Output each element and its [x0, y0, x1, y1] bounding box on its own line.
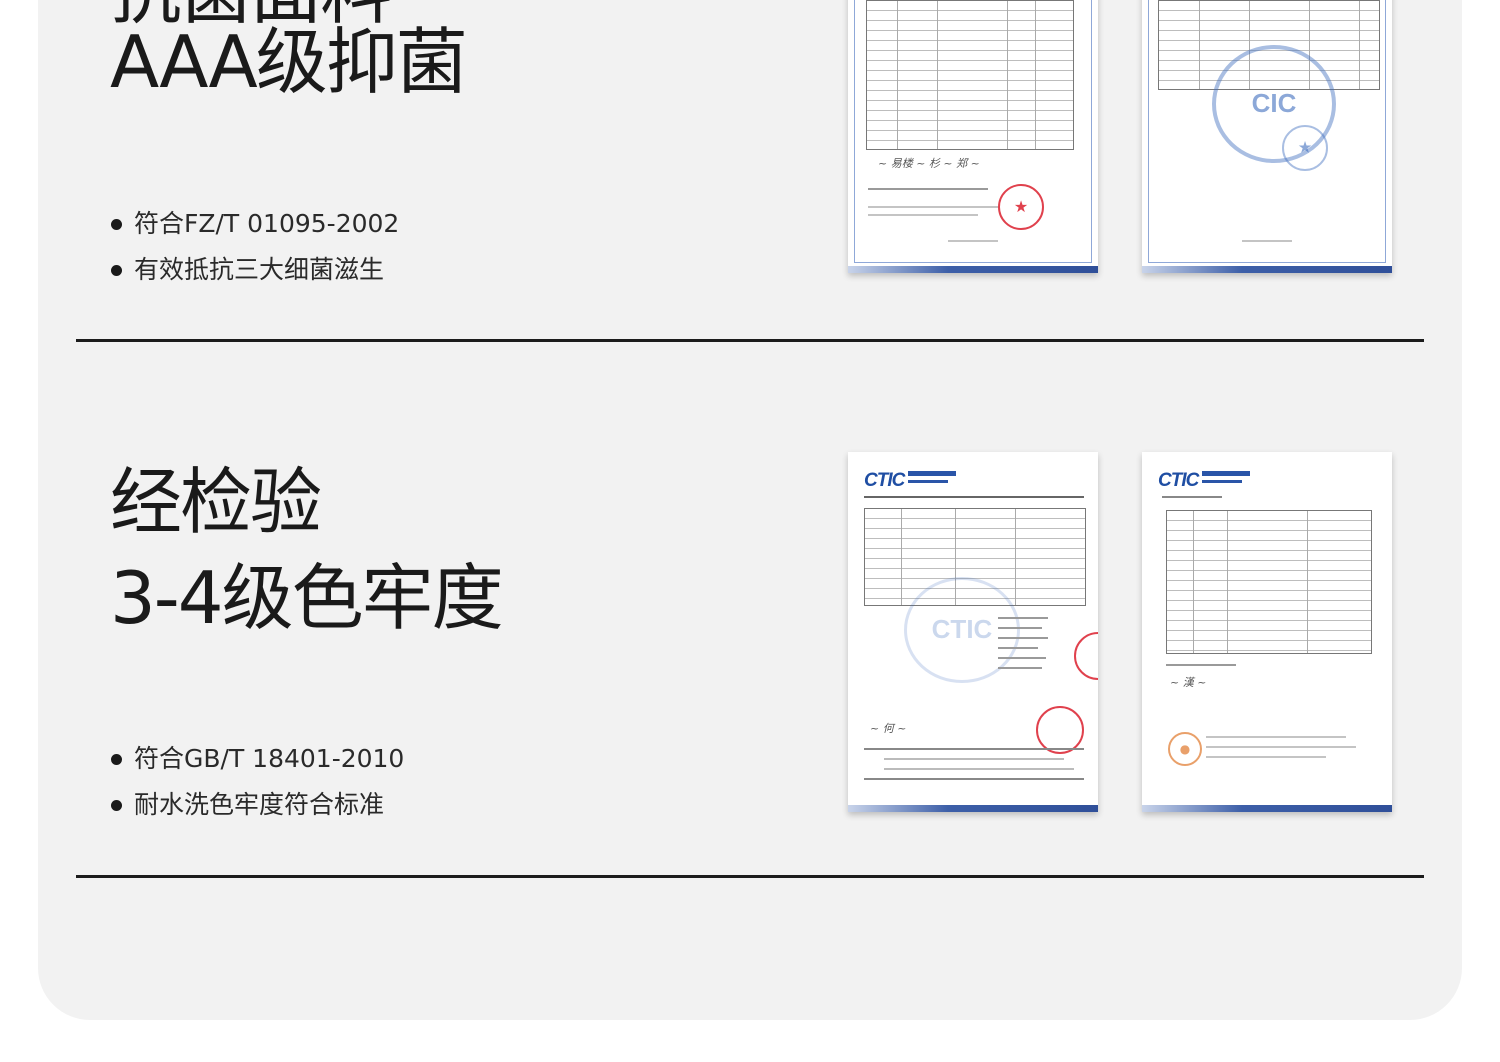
feature-item: 符合GB/T 18401-2010	[110, 736, 404, 782]
report-table	[866, 0, 1074, 150]
test-report-image: CIC ★	[1142, 0, 1392, 273]
feature-item: 耐水洗色牢度符合标准	[110, 782, 404, 828]
section-divider	[76, 875, 1424, 878]
test-report-image: CTIC ~ 漢 ~ ●	[1142, 452, 1392, 812]
report-footer-bar	[1142, 805, 1392, 812]
antibacterial-section: 抗菌面料 AAA级抑菌 符合FZ/T 01095-2002 有效抵抗三大细菌滋生…	[0, 0, 1500, 342]
feature-list: 符合GB/T 18401-2010 耐水洗色牢度符合标准	[110, 736, 404, 828]
color-fastness-section: 经检验 3-4级色牢度 符合GB/T 18401-2010 耐水洗色牢度符合标准…	[0, 342, 1500, 878]
ctic-logo: CTIC	[864, 470, 905, 491]
test-report-image: ~ 易楼 ~ 杉 ~ 郑 ~ ★	[848, 0, 1098, 273]
ctic-logo: CTIC	[1158, 470, 1199, 491]
logo-caption	[908, 471, 956, 476]
red-seal-icon	[1036, 706, 1084, 754]
report-footer-bar	[848, 266, 1098, 273]
report-footer-bar	[1142, 266, 1392, 273]
feature-list: 符合FZ/T 01095-2002 有效抵抗三大细菌滋生	[110, 201, 399, 293]
star-seal-icon: ★	[1282, 125, 1328, 171]
red-seal-icon: ★	[998, 184, 1044, 230]
signature: ~ 漢 ~	[1170, 676, 1207, 689]
report-table	[1166, 510, 1372, 654]
report-footer-bar	[848, 805, 1098, 812]
logo-caption	[1202, 480, 1242, 483]
section-title-line2: 3-4级色牢度	[110, 556, 504, 640]
logo-caption	[1202, 471, 1250, 476]
test-report-image: CTIC CTIC ~ 何 ~	[848, 452, 1098, 812]
seal-icon: ●	[1168, 732, 1202, 766]
signature: ~ 易楼 ~ 杉 ~ 郑 ~	[878, 157, 980, 170]
section-title-line2: AAA级抑菌	[110, 20, 468, 104]
feature-item: 符合FZ/T 01095-2002	[110, 201, 399, 247]
red-seal-icon	[1074, 632, 1098, 680]
feature-item: 有效抵抗三大细菌滋生	[110, 247, 399, 293]
signature: ~ 何 ~	[870, 722, 907, 735]
section-title-line1: 经检验	[110, 460, 322, 544]
logo-caption	[908, 480, 948, 483]
